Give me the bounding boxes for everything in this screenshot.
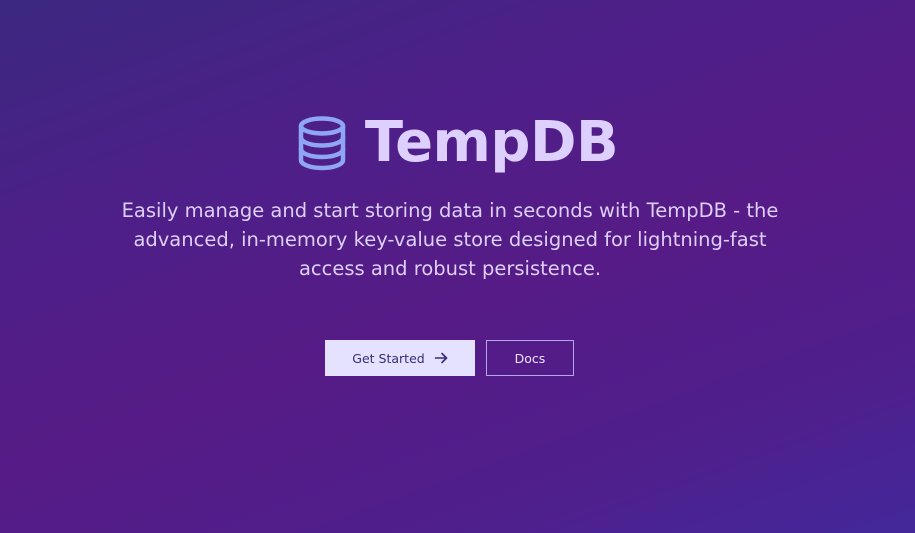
brand-title: TempDB [364, 110, 619, 175]
hero-section: TempDB Easily manage and start storing d… [0, 0, 915, 533]
docs-button[interactable]: Docs [486, 340, 574, 376]
database-icon [297, 115, 347, 171]
hero-subtitle: Easily manage and start storing data in … [121, 199, 779, 280]
brand-header: TempDB [0, 108, 915, 178]
get-started-button[interactable]: Get Started [325, 340, 475, 376]
hero-actions: Get Started Docs [0, 340, 915, 376]
arrow-right-icon [434, 351, 448, 365]
get-started-label: Get Started [352, 350, 425, 366]
